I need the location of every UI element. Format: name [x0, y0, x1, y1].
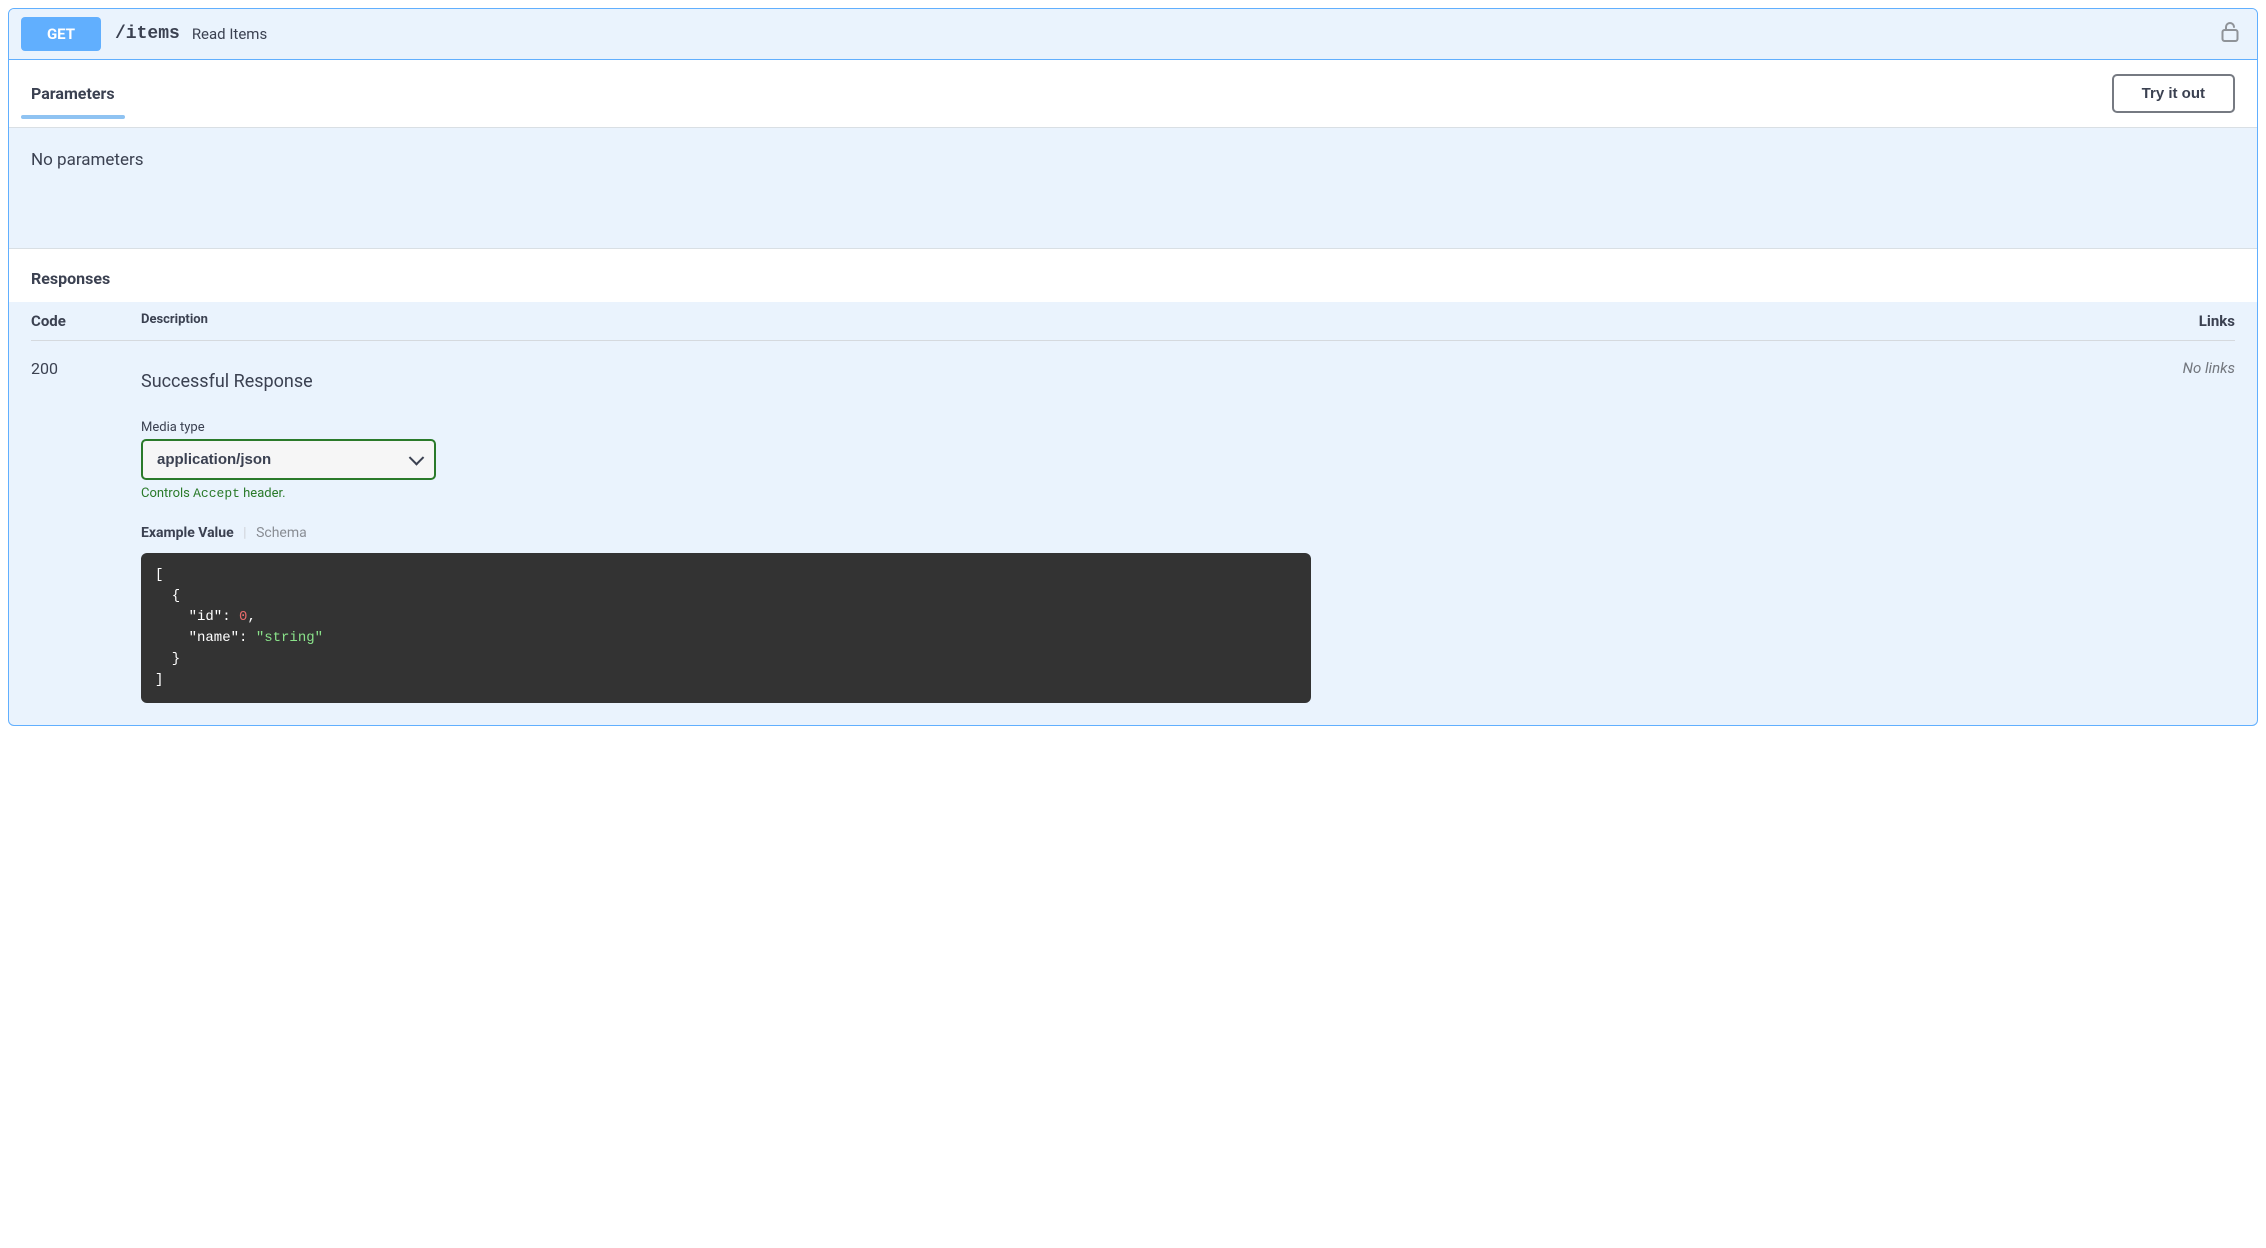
tab-divider: | [243, 525, 246, 541]
try-it-out-button[interactable]: Try it out [2112, 74, 2235, 113]
get-items-opblock: GET /items Read Items Parameters Try it … [8, 8, 2258, 726]
parameters-title: Parameters [31, 84, 115, 103]
code-token-key: "name" [155, 630, 239, 646]
endpoint-path: /items [115, 24, 180, 44]
example-code-block: [ { "id": 0, "name": "string" } ] [141, 553, 1311, 703]
code-token-string: "string" [256, 630, 323, 646]
response-links: No links [2145, 357, 2235, 703]
media-type-label: Media type [141, 420, 2145, 435]
accept-note-code: Accept [193, 486, 240, 501]
responses-body: Code Description Links 200 Successful Re… [9, 302, 2257, 725]
accept-note-prefix: Controls [141, 486, 193, 501]
media-type-select[interactable]: application/json [141, 439, 436, 480]
header-code: Code [31, 312, 141, 330]
responses-table-header: Code Description Links [31, 312, 2235, 341]
parameters-header: Parameters Try it out [9, 60, 2257, 128]
tab-schema[interactable]: Schema [256, 525, 307, 541]
accept-note-suffix: header. [240, 486, 286, 501]
accept-header-note: Controls Accept header. [141, 486, 2145, 501]
example-schema-tabs: Example Value | Schema [141, 525, 2145, 541]
code-line: ] [155, 672, 163, 688]
response-code: 200 [31, 357, 141, 703]
endpoint-summary: Read Items [192, 25, 267, 43]
responses-title: Responses [9, 249, 2257, 302]
header-links: Links [2145, 312, 2235, 330]
tab-example-value[interactable]: Example Value [141, 525, 234, 541]
media-type-select-wrap: application/json [141, 439, 436, 480]
code-token-key: "id" [155, 609, 222, 625]
response-description-col: Successful Response Media type applicati… [141, 357, 2145, 703]
operation-summary-bar[interactable]: GET /items Read Items [9, 9, 2257, 60]
response-description: Successful Response [141, 371, 2145, 392]
header-description: Description [141, 312, 2145, 330]
code-token: , [247, 609, 255, 625]
lock-open-icon[interactable] [2221, 21, 2239, 47]
response-row-200: 200 Successful Response Media type appli… [31, 357, 2235, 703]
responses-section: Responses Code Description Links 200 Suc… [9, 248, 2257, 725]
no-parameters-text: No parameters [9, 128, 2257, 248]
code-token: : [222, 609, 239, 625]
code-line: { [155, 588, 180, 604]
http-method-badge: GET [21, 17, 101, 51]
code-line: } [155, 651, 180, 667]
code-token: : [239, 630, 256, 646]
code-line: [ [155, 567, 163, 583]
